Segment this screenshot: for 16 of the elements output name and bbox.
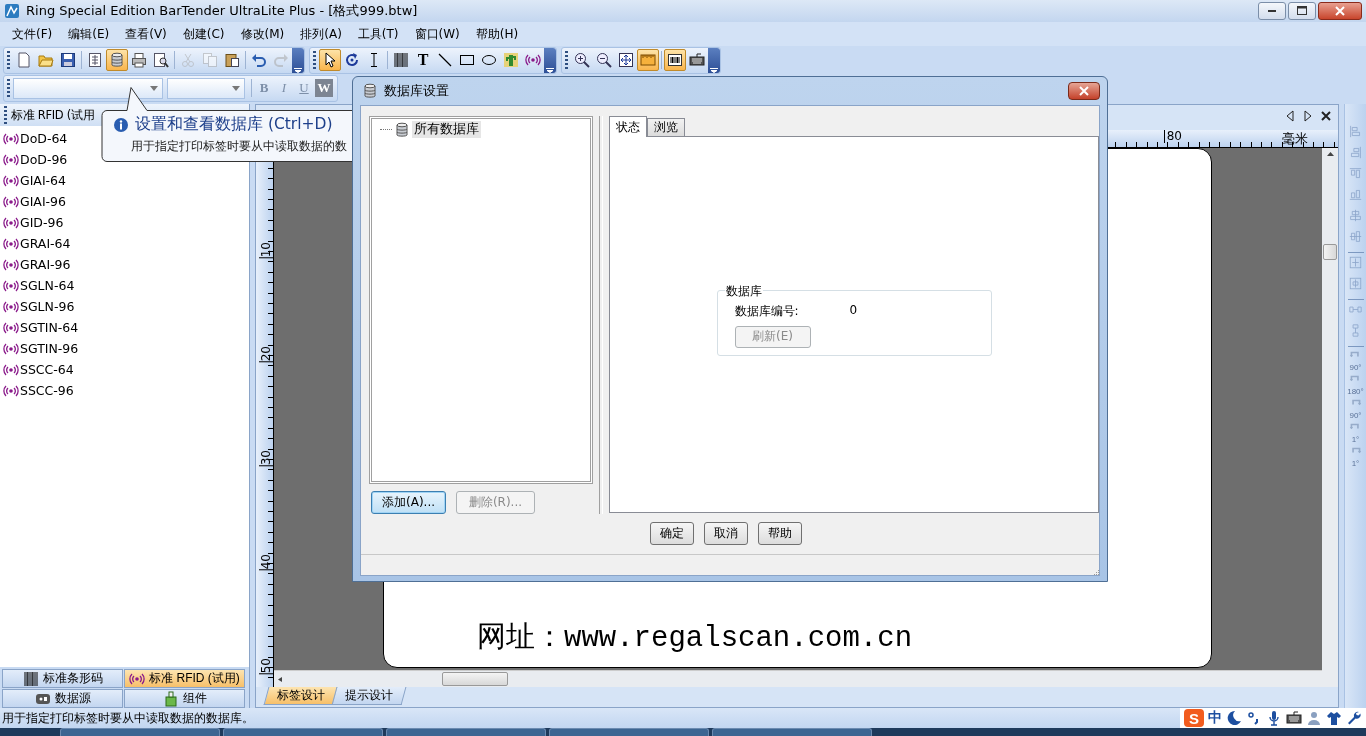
panel-title: 标准 RFID (试用 [11,107,95,123]
ruler-label: 30 [259,450,273,467]
field-value: 0 [849,302,858,319]
dialog-title: 数据库设置 [384,82,450,100]
ruler-label: 80 [1163,130,1182,143]
window-title: Ring Special Edition BarTender UltraLite Plus - [格式999.btw] [26,2,419,20]
ruler-label: 50 [259,658,273,675]
tooltip-text: 用于指定打印标签时要从中读取数据的数 [131,138,348,155]
unit-label: 毫米 [1282,130,1308,148]
field-label: 数据库编号: [734,302,800,320]
ruler-label: 40 [259,554,273,571]
ruler-label: 10 [259,242,273,259]
ruler-label: 20 [259,346,273,363]
tooltip-title: 设置和查看数据库 (Ctrl+D) [135,114,333,135]
group-title: 数据库 [724,282,763,300]
status-text: 用于指定打印标签时要从中读取数据的数据库。 [2,709,255,727]
